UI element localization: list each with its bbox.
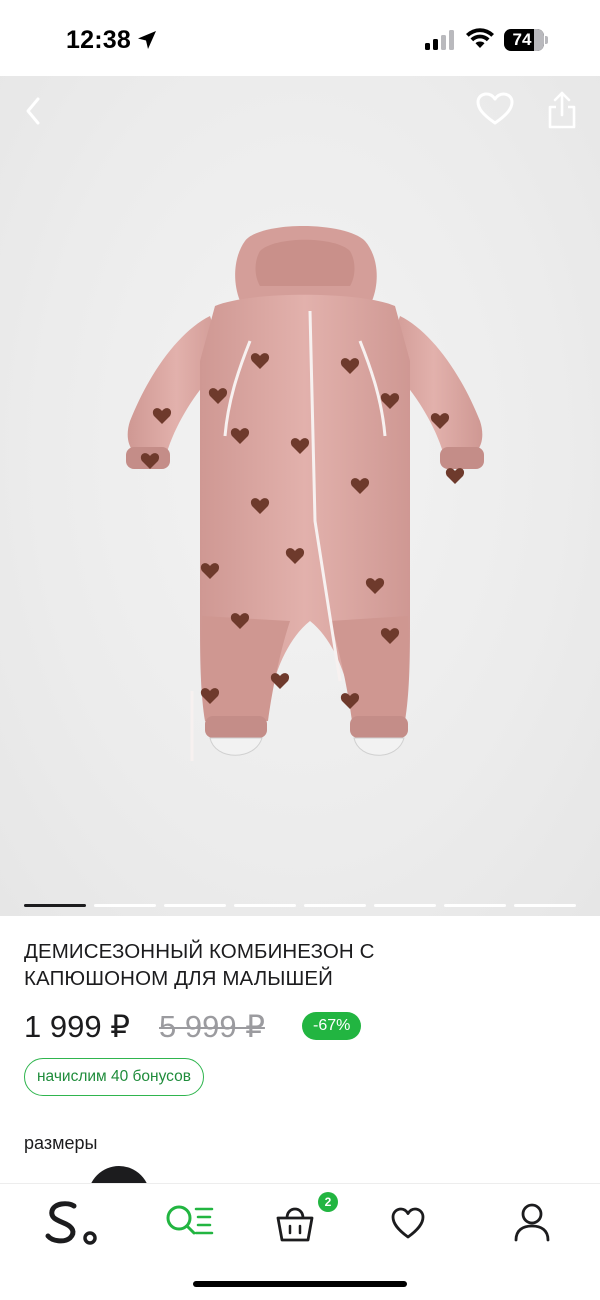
old-price: 5 999 ₽ <box>159 1009 265 1044</box>
profile-icon <box>514 1203 550 1242</box>
chevron-left-icon[interactable] <box>20 94 46 128</box>
tab-favorites[interactable] <box>390 1200 450 1248</box>
sizes-label: размеры <box>24 1133 98 1153</box>
tab-home[interactable] <box>42 1200 102 1248</box>
pagination-dot-active[interactable] <box>24 904 86 907</box>
gallery-pagination[interactable] <box>24 904 576 908</box>
location-arrow-icon <box>138 31 156 49</box>
tab-cart[interactable]: 2 <box>274 1192 338 1248</box>
product-gallery[interactable] <box>0 76 600 916</box>
pagination-dot[interactable] <box>374 904 436 907</box>
pagination-dot[interactable] <box>514 904 576 907</box>
pagination-dot[interactable] <box>444 904 506 907</box>
heart-icon <box>391 1207 425 1239</box>
home-logo-icon <box>45 1201 97 1245</box>
pagination-dot[interactable] <box>94 904 156 907</box>
bonus-badge[interactable]: начислим 40 бонусов <box>24 1058 204 1096</box>
pagination-dot[interactable] <box>164 904 226 907</box>
status-bar: 12:38 74 <box>0 0 600 76</box>
battery-percent: 74 <box>512 30 532 49</box>
wifi-icon <box>466 28 494 48</box>
tab-profile[interactable] <box>502 1200 562 1248</box>
battery-icon: 74 <box>504 29 548 51</box>
price-row: 1 999 ₽ 5 999 ₽ -67% <box>24 1009 584 1045</box>
product-image <box>126 226 484 761</box>
tab-catalog[interactable] <box>162 1200 222 1248</box>
home-indicator[interactable] <box>193 1281 407 1287</box>
current-price: 1 999 ₽ <box>24 1009 130 1044</box>
heart-icon[interactable] <box>476 92 514 126</box>
search-catalog-icon <box>166 1205 214 1235</box>
pagination-dot[interactable] <box>234 904 296 907</box>
cart-count-badge: 2 <box>318 1192 338 1212</box>
share-icon[interactable] <box>546 90 578 130</box>
signal-icon <box>425 30 454 50</box>
pagination-dot[interactable] <box>304 904 366 907</box>
status-time: 12:38 <box>66 26 131 54</box>
discount-badge: -67% <box>302 1012 362 1040</box>
product-title: ДЕМИСЕЗОННЫЙ КОМБИНЕЗОН С КАПЮШОНОМ ДЛЯ … <box>24 940 375 990</box>
